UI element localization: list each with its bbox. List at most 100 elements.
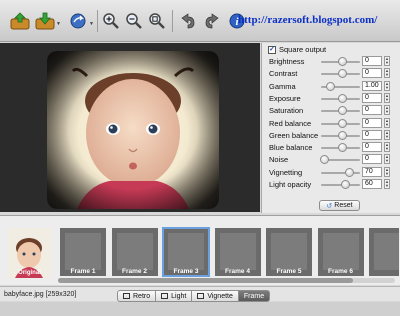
thumbnail-frame-4[interactable]: Frame 4 [214,228,261,276]
adjustment-label: Vignetting [269,167,303,177]
adjustment-value-field[interactable]: 0 [362,68,382,79]
adjustment-label: Noise [269,155,289,165]
adjustment-row-green-balance: Green balance 0 ▲ ▼ [262,129,400,141]
thumbnail-frame-5[interactable]: Frame 5 [266,228,312,276]
save-icon [35,12,55,30]
adjustment-row-red-balance: Red balance 0 ▲ ▼ [262,117,400,129]
adjustment-slider-knob[interactable] [337,69,347,79]
thumbnail-frame-6[interactable]: Frame 6 [317,228,364,276]
rotate-left-button[interactable] [178,8,198,34]
open-icon [10,12,30,30]
thumbnail-frame-3[interactable]: Frame 3 [162,227,210,277]
adjustment-slider-knob[interactable] [337,118,347,128]
adjustment-stepper[interactable]: ▲ ▼ [384,129,390,140]
adjustment-row-light-opacity: Light opacity 60 ▲ ▼ [262,179,400,190]
image-canvas[interactable] [0,43,260,212]
strip-scrollbar[interactable] [58,278,395,283]
adjustment-stepper[interactable]: ▲ ▼ [384,80,390,91]
adjustment-stepper[interactable]: ▲ ▼ [384,117,390,128]
adjustment-row-contrast: Contrast 0 ▲ ▼ [262,68,400,79]
thumbnail-frame-2[interactable]: Frame 2 [111,228,158,276]
light-icon [161,293,169,299]
frame-preview [168,233,204,270]
adjustment-value-field[interactable]: 0 [362,92,382,103]
toolbar-separator [97,10,98,32]
preview-photo [47,51,219,209]
frame-preview [65,233,101,270]
adjustment-stepper[interactable]: ▲ ▼ [384,179,390,189]
zoom-fit-icon [149,13,165,29]
adjustment-value-field[interactable]: 1.00 [362,80,382,91]
zoom-out-button[interactable] [124,8,144,34]
adjustment-slider-knob[interactable] [320,155,329,165]
strip-scroll-thumb[interactable] [58,278,353,283]
adjustment-stepper[interactable]: ▲ ▼ [384,56,390,66]
frame-preview [322,233,359,270]
thumbnail-label: Frame 6 [328,268,353,275]
window-bottom-bar [0,302,400,316]
adjustment-row-exposure: Exposure 0 ▲ ▼ [262,92,400,104]
square-output-label: Square output [279,45,327,54]
adjustment-slider-knob[interactable] [326,81,336,91]
adjustment-slider-knob[interactable] [337,93,347,103]
filter-thumbnail-strip: Original Frame 1 Frame 2 Frame 3 Frame 4 Fra… [0,215,400,285]
tab-frame[interactable]: Frame [238,290,271,302]
adjustment-value-field[interactable]: 0 [362,105,382,116]
tab-retro[interactable]: Retro [117,290,157,302]
tab-vignette[interactable]: Vignette [192,290,239,302]
adjustment-value-field[interactable]: 0 [362,56,382,66]
adjustment-slider-knob[interactable] [344,167,354,177]
adjustment-slider-track[interactable] [321,171,360,174]
adjustment-stepper[interactable]: ▲ ▼ [384,166,390,177]
adjustment-value-field[interactable]: 60 [362,179,382,189]
save-button[interactable]: ▼ [35,8,61,34]
adjustments-panel: ✓ Square output Brightness 0 ▲ ▼ Contrast 0 ▲ ▼… [261,43,400,213]
toolbar: ▼ ▼ i http://razersoft.blogspot.com/ [0,0,400,42]
adjustment-value-field[interactable]: 0 [362,129,382,140]
adjustment-label: Blue balance [269,143,313,153]
thumbnail-label: Frame 5 [276,268,302,275]
adjustment-slider-knob[interactable] [337,143,347,153]
adjustment-stepper[interactable]: ▲ ▼ [384,154,390,165]
adjustment-label: Contrast [269,69,298,79]
thumbnail-label: Frame 2 [122,268,147,275]
frame-preview [271,233,307,270]
adjustment-row-saturation: Saturation 0 ▲ ▼ [262,105,400,116]
adjustment-value-field[interactable]: 0 [362,117,382,128]
tab-label: Vignette [207,292,233,300]
thumbnail-frame-1[interactable]: Frame 1 [60,228,106,276]
adjustment-slider-knob[interactable] [337,130,347,140]
rotate-right-button[interactable] [202,8,222,34]
adjustment-stepper[interactable]: ▲ ▼ [384,68,390,79]
adjustment-value-field[interactable]: 70 [362,166,382,177]
baby-face-image [47,51,219,209]
thumbnail-original[interactable]: Original [8,228,51,278]
reset-button[interactable]: ↺ Reset [319,200,360,211]
thumbnail-partial[interactable] [369,228,399,276]
adjustment-stepper[interactable]: ▲ ▼ [384,142,390,153]
share-icon [70,13,86,29]
adjustment-stepper[interactable]: ▲ ▼ [384,105,390,116]
rotate-left-icon [181,13,195,29]
adjustment-label: Brightness [269,57,305,66]
adjustment-slider-knob[interactable] [341,180,350,189]
zoom-fit-button[interactable] [147,8,167,34]
adjustment-stepper[interactable]: ▲ ▼ [384,92,390,103]
thumbnail-label: Frame 1 [70,268,96,275]
adjustment-row-brightness: Brightness 0 ▲ ▼ [262,56,400,67]
adjustment-value-field[interactable]: 0 [362,142,382,153]
adjustment-value-field[interactable]: 0 [362,154,382,165]
share-button[interactable]: ▼ [68,8,94,34]
adjustment-slider-knob[interactable] [337,106,347,116]
tab-label: Light [171,292,187,300]
adjustment-row-vignetting: Vignetting 70 ▲ ▼ [262,166,400,178]
tab-label: Retro [133,292,151,300]
toolbar-separator [172,10,173,32]
tab-light[interactable]: Light [156,290,193,302]
vignette-icon [197,293,205,299]
square-output-checkbox[interactable]: ✓ [268,46,276,54]
open-button[interactable] [9,8,31,34]
adjustment-slider-knob[interactable] [337,57,347,66]
adjustment-row-noise: Noise 0 ▲ ▼ [262,154,400,165]
zoom-in-button[interactable] [101,8,121,34]
